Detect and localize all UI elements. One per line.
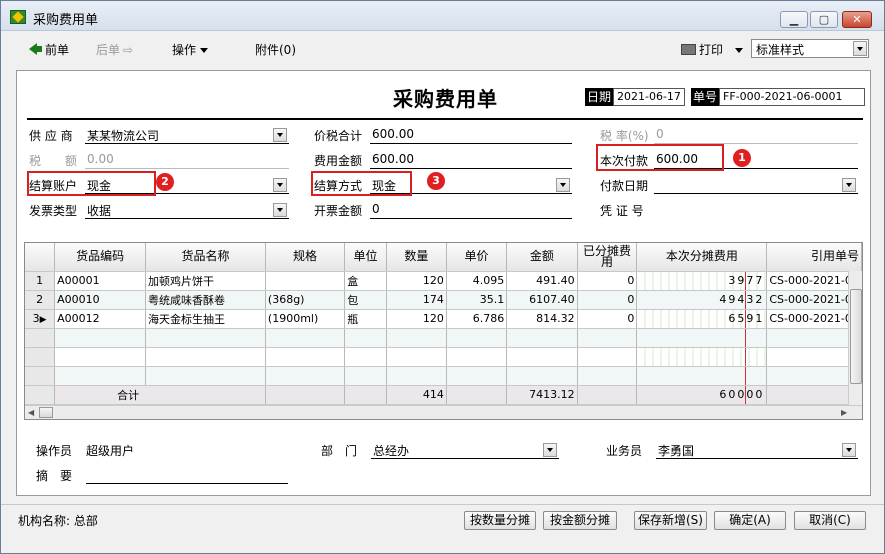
doc-no-field[interactable]: FF-000-2021-06-0001 (719, 88, 865, 106)
printer-icon (681, 44, 696, 55)
dropdown-arrow-icon[interactable] (543, 443, 557, 457)
save-and-new-button[interactable]: 保存新增(S) (634, 511, 707, 530)
prev-doc-button[interactable]: 前单 (29, 41, 69, 58)
form-panel: 采购费用单 日期 2021-06-17 单号 FF-000-2021-06-00… (16, 70, 871, 496)
annotation-badge-3: 3 (427, 172, 445, 190)
summary-field[interactable]: 摘 要 (36, 464, 288, 484)
purchase-expense-window: 采购费用单 ▁ ▢ ✕ 前单 后单 ⇨ 操作 附件(0) 打印 标准样式 采购费用… (0, 0, 885, 554)
next-doc-button[interactable]: 后单 ⇨ (96, 41, 133, 58)
grid-header[interactable]: 已分摊费用 (577, 243, 638, 272)
salesman-field[interactable]: 业务员 李勇国 (606, 439, 858, 459)
dropdown-arrow-icon[interactable] (853, 41, 867, 56)
scroll-thumb[interactable] (39, 407, 53, 418)
chevron-down-icon (200, 48, 209, 53)
actions-menu-button[interactable]: 操作 (172, 41, 209, 58)
payment-date-field[interactable]: 付款日期 (600, 174, 858, 194)
dropdown-arrow-icon[interactable] (556, 178, 570, 192)
table-row[interactable]: 2 A00010 粤统咸味香酥卷 (368g) 包 174 35.1 6107.… (25, 290, 862, 310)
table-row[interactable]: 3▶ A00012 海天金标生抽王 (1900ml) 瓶 120 6.786 8… (25, 309, 862, 329)
tax-amount-field: 税 额 0.00 (29, 149, 289, 169)
window-title: 采购费用单 (33, 13, 99, 28)
grid-header[interactable]: 数量 (386, 243, 447, 272)
table-row-empty[interactable] (25, 366, 862, 386)
invoice-amount-field[interactable]: 开票金额 0 (314, 199, 572, 219)
total-with-tax-field: 价税合计 600.00 (314, 124, 572, 144)
organization-label: 机构名称: 总部 (18, 514, 98, 528)
invoice-type-field[interactable]: 发票类型 收据 (29, 199, 289, 219)
department-field[interactable]: 部 门 总经办 (321, 439, 559, 459)
attachments-button[interactable]: 附件(0) (255, 41, 296, 58)
table-row-empty[interactable] (25, 328, 862, 348)
grid-header[interactable]: 本次分摊费用 (636, 243, 768, 272)
date-label: 日期 (585, 88, 614, 106)
grid-header[interactable]: 规格 (265, 243, 346, 272)
print-style-select[interactable]: 标准样式 (751, 39, 869, 58)
title-divider (27, 118, 863, 120)
maximize-button[interactable]: ▢ (810, 11, 838, 28)
supplier-field[interactable]: 供 应 商 某某物流公司 (29, 124, 289, 144)
cancel-button[interactable]: 取消(C) (794, 511, 866, 530)
grid-horizontal-scrollbar[interactable]: ◀ ▶ (25, 405, 862, 419)
annotation-box-settle-method (311, 171, 412, 196)
print-button[interactable]: 打印 (681, 41, 744, 58)
ok-button[interactable]: 确定(A) (714, 511, 786, 530)
close-button[interactable]: ✕ (842, 11, 872, 28)
allocate-by-amount-button[interactable]: 按金额分摊 (543, 511, 617, 530)
grid-vertical-scrollbar[interactable] (848, 271, 862, 406)
document-title: 采购费用单 (393, 87, 498, 111)
app-logo-icon (10, 10, 26, 24)
chevron-down-icon (735, 48, 744, 53)
minimize-button[interactable]: ▁ (780, 11, 808, 28)
arrow-right-icon: ⇨ (123, 43, 134, 57)
grid-header[interactable]: 金额 (506, 243, 578, 272)
dropdown-arrow-icon[interactable] (273, 178, 287, 192)
table-row-empty[interactable] (25, 347, 862, 367)
grid-header[interactable]: 单价 (446, 243, 508, 272)
items-grid[interactable]: 货品编码 货品名称 规格 单位 数量 单价 金额 已分摊费用 本次分摊费用 引用… (24, 242, 863, 420)
annotation-box-this-payment (596, 144, 724, 171)
annotation-box-account (27, 171, 156, 196)
doc-no-label: 单号 (691, 88, 720, 106)
date-field[interactable]: 2021-06-17 (613, 88, 685, 106)
grid-header[interactable]: 单位 (344, 243, 387, 272)
grid-header[interactable]: 引用单号 (766, 243, 862, 272)
expense-amount-field[interactable]: 费用金额 600.00 (314, 149, 572, 169)
arrow-left-icon (29, 43, 42, 55)
tax-rate-field: 税 率(%) 0 (600, 124, 858, 144)
allocate-by-quantity-button[interactable]: 按数量分摊 (464, 511, 536, 530)
current-row-pointer-icon: ▶ (39, 315, 47, 325)
grid-header[interactable]: 货品名称 (145, 243, 266, 272)
scroll-left-icon[interactable]: ◀ (28, 408, 34, 417)
table-row[interactable]: 1 A00001 加顿鸡片饼干 盒 120 4.095 491.40 0 397… (25, 271, 862, 291)
grid-header (25, 243, 56, 272)
items-table: 货品编码 货品名称 规格 单位 数量 单价 金额 已分摊费用 本次分摊费用 引用… (25, 243, 862, 405)
table-total-row: 合计 414 7413.12 60000 (25, 385, 862, 405)
title-bar: 采购费用单 ▁ ▢ ✕ (1, 1, 884, 31)
annotation-badge-1: 1 (733, 149, 751, 167)
grid-header-row: 货品编码 货品名称 规格 单位 数量 单价 金额 已分摊费用 本次分摊费用 引用… (25, 243, 862, 272)
voucher-no-field[interactable]: 凭 证 号 (600, 199, 858, 219)
operator-field: 操作员 超级用户 (36, 444, 135, 458)
dropdown-arrow-icon[interactable] (273, 128, 287, 142)
scroll-right-icon[interactable]: ▶ (841, 408, 847, 417)
annotation-badge-2: 2 (156, 173, 174, 191)
dropdown-arrow-icon[interactable] (842, 178, 856, 192)
grid-header[interactable]: 货品编码 (54, 243, 147, 272)
scroll-thumb[interactable] (850, 289, 862, 384)
dropdown-arrow-icon[interactable] (842, 443, 856, 457)
dropdown-arrow-icon[interactable] (273, 203, 287, 217)
